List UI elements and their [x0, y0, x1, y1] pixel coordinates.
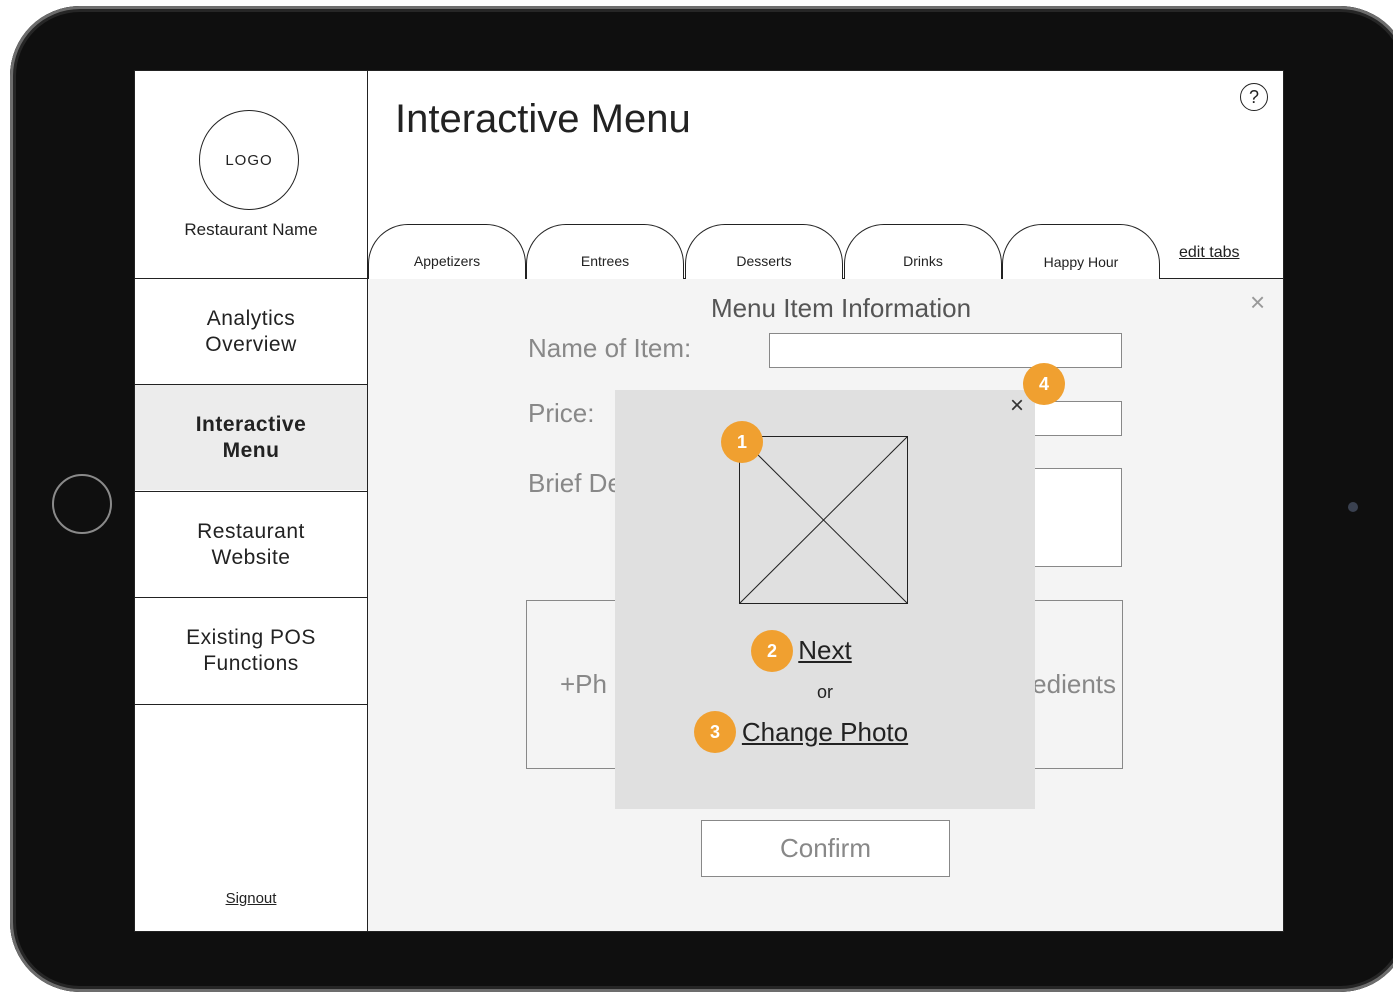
sidebar-item-label: Analytics Overview: [205, 306, 297, 356]
annotation-badge: 3: [694, 711, 736, 753]
sidebar-item-label: Interactive Menu: [195, 412, 307, 462]
confirm-label: Confirm: [779, 833, 871, 863]
page-title: Interactive Menu: [395, 97, 691, 141]
tab-happy-hour[interactable]: Happy Hour: [1002, 224, 1160, 280]
photo-placeholder-image: [739, 436, 908, 604]
add-photo-label: +Ph: [560, 669, 607, 699]
next-link[interactable]: Next: [615, 635, 1035, 666]
annotation-number: 4: [1038, 373, 1049, 394]
app-screen: LOGO Restaurant Name Analytics Overview …: [134, 70, 1284, 932]
tab-label: Entrees: [580, 253, 630, 269]
signout-link[interactable]: Signout: [135, 890, 367, 907]
logo-label: LOGO: [225, 151, 273, 169]
ingredients-label: edients: [1032, 669, 1116, 699]
annotation-number: 3: [709, 721, 720, 742]
sidebar-item-label: Restaurant Website: [197, 519, 305, 569]
edit-tabs-link[interactable]: edit tabs: [1179, 244, 1239, 262]
annotation-badge: 1: [721, 421, 763, 463]
tab-appetizers[interactable]: Appetizers: [368, 224, 526, 279]
confirm-button[interactable]: Confirm: [701, 820, 950, 877]
restaurant-name: Restaurant Name: [184, 220, 318, 239]
sidebar-divider: [135, 704, 367, 705]
logo: LOGO: [199, 110, 299, 210]
annotation-badge: 2: [751, 630, 793, 672]
tab-drinks[interactable]: Drinks: [844, 224, 1002, 279]
change-photo-link[interactable]: Change Photo: [615, 717, 1035, 748]
help-icon-glyph: ?: [1248, 86, 1259, 107]
name-field[interactable]: [769, 333, 1122, 368]
tab-label: Happy Hour: [1043, 253, 1119, 270]
sidebar: LOGO Restaurant Name Analytics Overview …: [135, 71, 368, 931]
or-text: or: [816, 682, 833, 702]
description-label: Brief De: [528, 468, 622, 498]
tab-label: Desserts: [736, 253, 792, 269]
annotation-badge: 4: [1023, 363, 1065, 405]
home-button: [52, 474, 112, 534]
tab-entrees[interactable]: Entrees: [526, 224, 684, 279]
tab-label: Drinks: [903, 253, 943, 269]
help-icon[interactable]: ?: [1240, 83, 1268, 111]
sidebar-item-existing-pos-functions[interactable]: Existing POS Functions: [135, 597, 367, 703]
sidebar-item-label: Existing POS Functions: [186, 625, 316, 675]
name-label: Name of Item:: [528, 333, 692, 363]
annotation-number: 1: [736, 431, 747, 452]
sidebar-item-analytics-overview[interactable]: Analytics Overview: [135, 278, 367, 384]
category-tabs: Appetizers Entrees Desserts Drinks Happy…: [368, 224, 1283, 280]
close-icon[interactable]: ×: [1010, 394, 1024, 418]
price-label: Price:: [528, 398, 595, 428]
tab-desserts[interactable]: Desserts: [685, 224, 843, 279]
camera-icon: [1348, 502, 1358, 512]
sidebar-item-interactive-menu[interactable]: Interactive Menu: [135, 384, 367, 490]
photo-preview-modal: × Next or Change Photo: [615, 390, 1035, 809]
annotation-number: 2: [766, 640, 777, 661]
form-heading: Menu Item Information: [710, 293, 972, 323]
sidebar-item-restaurant-website[interactable]: Restaurant Website: [135, 491, 367, 597]
tab-label: Appetizers: [413, 253, 481, 269]
